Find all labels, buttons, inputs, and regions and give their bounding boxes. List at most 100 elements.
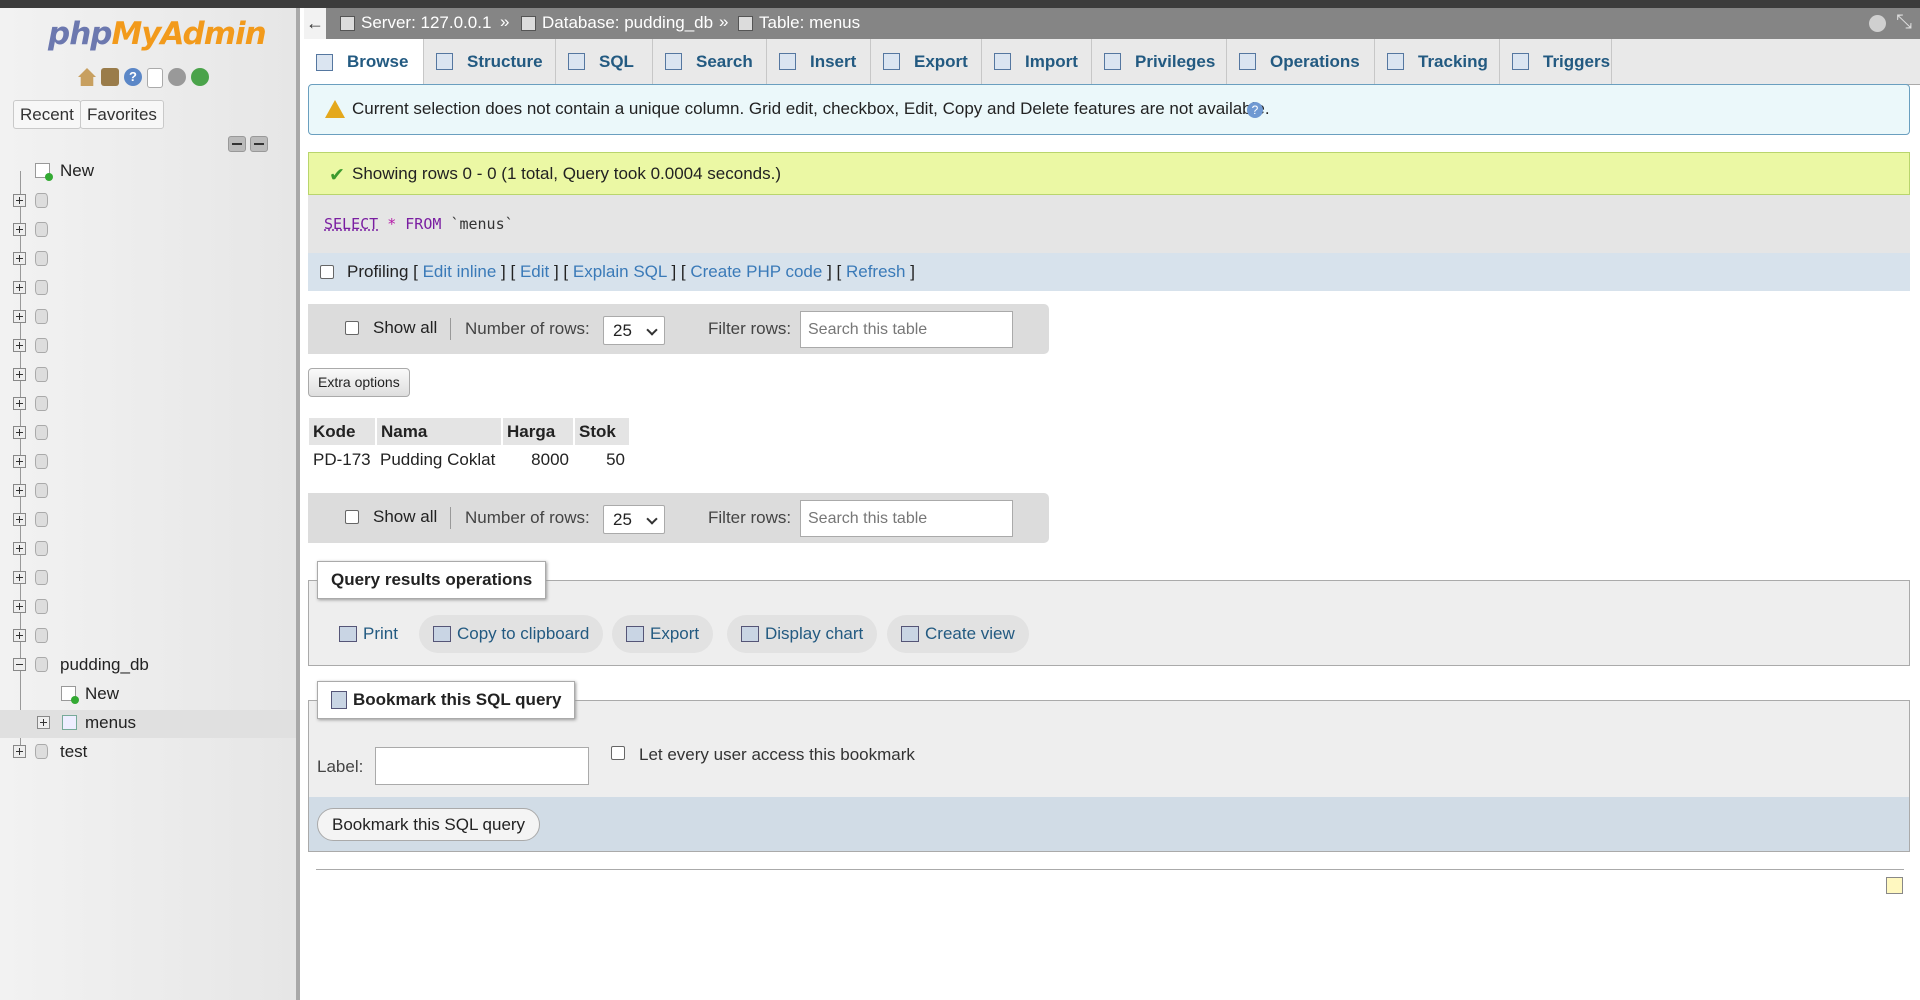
help-icon[interactable]: ? (124, 68, 142, 86)
tree-item-db[interactable] (0, 217, 296, 245)
extra-options-button[interactable]: Extra options (308, 368, 410, 397)
home-icon[interactable] (78, 68, 96, 86)
tab-insert[interactable]: Insert (767, 39, 871, 84)
edit-inline-link[interactable]: Edit inline (423, 262, 497, 281)
tab-operations[interactable]: Operations (1227, 39, 1375, 84)
expand-icon[interactable] (13, 600, 26, 613)
reload-icon[interactable] (191, 68, 209, 86)
tree-item-db[interactable] (0, 594, 296, 622)
bookmark-query-button[interactable]: Bookmark this SQL query (317, 808, 541, 841)
link-with-main-icon[interactable] (250, 136, 268, 152)
copy-to-clipboard-button[interactable]: Copy to clipboard (419, 615, 604, 653)
filter-rows-input[interactable]: Search this table (800, 500, 1013, 537)
tree-item-new-table[interactable]: New (0, 681, 296, 709)
tab-import[interactable]: Import (982, 39, 1092, 84)
tab-sql[interactable]: SQL (556, 39, 653, 84)
breadcrumb-table[interactable]: Table: menus (738, 13, 860, 33)
expand-icon[interactable] (13, 223, 26, 236)
column-header-harga[interactable]: Harga (502, 418, 575, 445)
expand-icon[interactable] (37, 716, 50, 729)
table-cell[interactable]: 8000 (502, 445, 574, 474)
expand-icon[interactable] (13, 455, 26, 468)
expand-icon[interactable] (13, 281, 26, 294)
breadcrumb-database[interactable]: Database: pudding_db (521, 13, 713, 33)
tree-item-db[interactable] (0, 304, 296, 332)
create-view-button[interactable]: Create view (887, 615, 1029, 653)
tree-item-menus[interactable]: menus (0, 710, 296, 738)
display-chart-button[interactable]: Display chart (727, 615, 878, 653)
tree-item-db[interactable] (0, 246, 296, 274)
tree-item-db[interactable] (0, 391, 296, 419)
print-button[interactable]: Print (325, 615, 412, 653)
tree-item-db[interactable] (0, 333, 296, 361)
expand-icon[interactable] (13, 194, 26, 207)
show-all-checkbox[interactable] (345, 321, 359, 335)
create-php-code-link[interactable]: Create PHP code (690, 262, 822, 281)
filter-rows-input[interactable]: Search this table (800, 311, 1013, 348)
tree-item-test[interactable]: test (0, 739, 296, 767)
table-cell[interactable]: PD-173 (309, 445, 376, 474)
sql-keyword[interactable]: SELECT (324, 215, 378, 233)
help-icon[interactable]: ? (1247, 102, 1263, 118)
tree-item-new[interactable]: New (0, 158, 296, 186)
tab-structure[interactable]: Structure (424, 39, 556, 84)
tree-item-db[interactable] (0, 536, 296, 564)
explain-sql-link[interactable]: Explain SQL (573, 262, 667, 281)
recent-button[interactable]: Recent (13, 100, 81, 129)
tree-item-db[interactable] (0, 188, 296, 216)
tab-triggers[interactable]: Triggers (1500, 39, 1612, 84)
tree-item-pudding-db[interactable]: pudding_db (0, 652, 296, 680)
tab-tracking[interactable]: Tracking (1375, 39, 1500, 84)
expand-icon[interactable] (13, 542, 26, 555)
expand-icon[interactable] (13, 368, 26, 381)
tab-export[interactable]: Export (871, 39, 982, 84)
tab-browse[interactable]: Browse (304, 39, 424, 85)
tab-privileges[interactable]: Privileges (1092, 39, 1227, 84)
number-of-rows-select[interactable]: 25 (603, 316, 665, 345)
collapse-icon[interactable] (13, 658, 26, 671)
expand-icon[interactable] (13, 484, 26, 497)
column-header-nama[interactable]: Nama (376, 418, 503, 445)
sql-query-display[interactable]: SELECT * FROM `menus` (308, 195, 1910, 253)
tree-item-db[interactable] (0, 420, 296, 448)
logout-icon[interactable] (101, 68, 119, 86)
show-all-checkbox[interactable] (345, 510, 359, 524)
export-button[interactable]: Export (612, 615, 714, 653)
expand-icon[interactable] (13, 745, 26, 758)
tree-item-db[interactable] (0, 507, 296, 535)
column-header-stok[interactable]: Stok (574, 418, 631, 445)
settings-icon[interactable] (168, 68, 186, 86)
share-bookmark-checkbox[interactable] (611, 746, 625, 760)
column-header-kode[interactable]: Kode (309, 418, 377, 445)
profiling-checkbox[interactable] (320, 265, 334, 279)
bookmark-label-input[interactable] (375, 747, 589, 785)
tree-item-db[interactable] (0, 623, 296, 651)
tree-item-db[interactable] (0, 449, 296, 477)
tree-item-db[interactable] (0, 362, 296, 390)
tree-item-db[interactable] (0, 478, 296, 506)
table-cell[interactable]: Pudding Coklat (376, 445, 502, 474)
settings-gear-icon[interactable] (1869, 15, 1886, 32)
table-cell[interactable]: 50 (574, 445, 630, 474)
favorites-button[interactable]: Favorites (80, 100, 164, 129)
tree-item-db[interactable] (0, 565, 296, 593)
documentation-icon[interactable] (147, 68, 163, 88)
expand-icon[interactable] (13, 339, 26, 352)
console-icon[interactable] (1886, 877, 1903, 894)
refresh-link[interactable]: Refresh (846, 262, 906, 281)
collapse-header-icon[interactable]: ⤡ (1896, 11, 1912, 34)
expand-icon[interactable] (13, 397, 26, 410)
tab-search[interactable]: Search (653, 39, 767, 84)
tree-item-db[interactable] (0, 275, 296, 303)
expand-icon[interactable] (13, 426, 26, 439)
expand-icon[interactable] (13, 252, 26, 265)
edit-link[interactable]: Edit (520, 262, 549, 281)
expand-icon[interactable] (13, 629, 26, 642)
collapse-sidebar-icon[interactable]: ← (304, 8, 326, 39)
breadcrumb-server[interactable]: Server: 127.0.0.1 (340, 13, 491, 33)
number-of-rows-select[interactable]: 25 (603, 505, 665, 534)
expand-icon[interactable] (13, 310, 26, 323)
collapse-all-icon[interactable] (228, 136, 246, 152)
expand-icon[interactable] (13, 571, 26, 584)
phpmyadmin-logo[interactable]: phpMyAdmin (48, 16, 267, 52)
